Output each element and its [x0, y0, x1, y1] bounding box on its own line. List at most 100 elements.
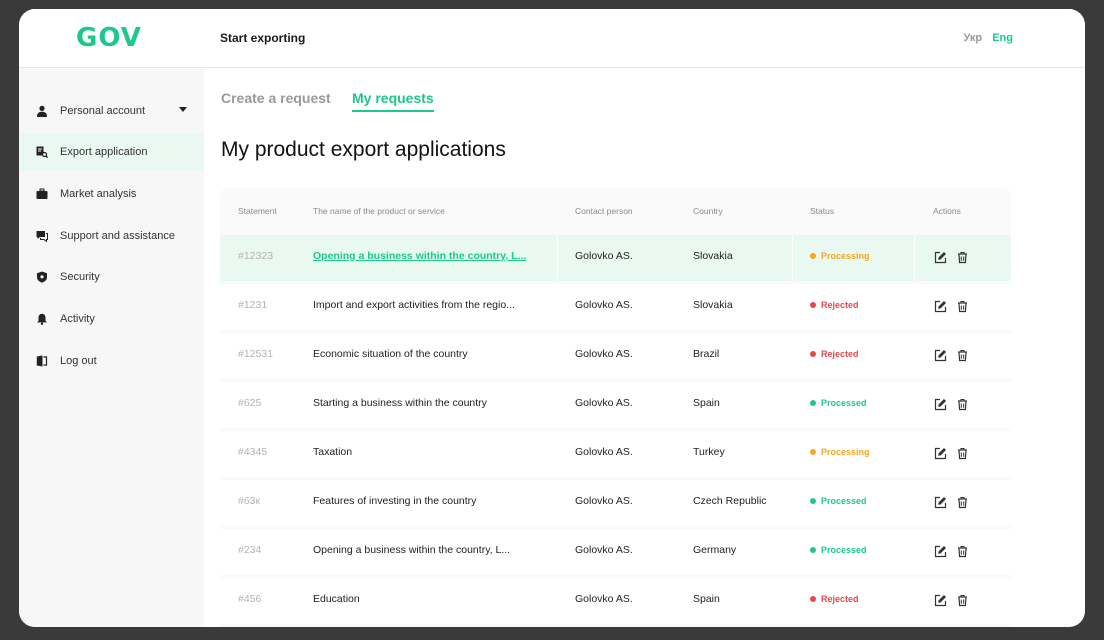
contact-person: Golovko AS. — [575, 299, 633, 311]
product-name-link[interactable]: Opening a business within the country, L… — [313, 250, 545, 262]
header-name: The name of the product or service — [313, 206, 445, 216]
product-name: Opening a business within the country, L… — [313, 544, 511, 556]
contact-person: Golovko AS. — [575, 250, 633, 262]
edit-icon[interactable] — [934, 545, 947, 558]
statement-id: #12323 — [238, 250, 274, 262]
lang-ukr-button[interactable]: Укр — [964, 32, 983, 44]
table-row[interactable]: #625 Starting a business within the count… — [220, 382, 1011, 428]
trash-icon[interactable] — [956, 447, 969, 460]
table-header: Statement The name of the product or ser… — [220, 188, 1011, 235]
sidebar-item-label: Log out — [60, 355, 97, 367]
sidebar-item-support[interactable]: Support and assistance — [19, 217, 204, 255]
status-badge: Rejected — [810, 349, 920, 359]
document-search-icon — [36, 146, 48, 158]
sidebar-item-label: Market analysis — [60, 188, 137, 200]
table-row[interactable]: #456 Education Golovko AS. Spain Rejected — [220, 578, 1011, 624]
chat-icon — [36, 230, 48, 242]
status-dot-icon — [810, 596, 816, 602]
trash-icon[interactable] — [956, 349, 969, 362]
sidebar-item-label: Personal account — [60, 105, 145, 117]
trash-icon[interactable] — [956, 398, 969, 411]
sidebar-item-label: Security — [60, 271, 100, 283]
edit-icon[interactable] — [934, 349, 947, 362]
column-divider — [557, 235, 558, 281]
contact-person: Golovko AS. — [575, 397, 633, 409]
contact-person: Golovko AS. — [575, 495, 633, 507]
user-icon — [36, 105, 48, 117]
sidebar-item-activity[interactable]: Activity — [19, 300, 204, 338]
lang-eng-button[interactable]: Eng — [992, 32, 1013, 44]
trash-icon[interactable] — [956, 251, 969, 264]
status-badge: Processed — [810, 545, 920, 555]
logout-icon — [36, 355, 48, 367]
status-label: Processed — [821, 398, 867, 408]
statement-id: #4345 — [238, 446, 268, 458]
contact-person: Golovko AS. — [575, 348, 633, 360]
status-label: Rejected — [821, 349, 859, 359]
bell-icon — [36, 313, 48, 325]
app-window: GOV Start exporting Укр Eng Personal acc… — [19, 9, 1085, 627]
status-label: Processing — [821, 251, 870, 261]
sidebar-item-label: Export application — [60, 146, 148, 158]
trash-icon[interactable] — [956, 496, 969, 509]
edit-icon[interactable] — [934, 594, 947, 607]
gov-logo[interactable]: GOV — [76, 23, 142, 53]
country: Turkey — [693, 446, 725, 458]
chevron-down-icon[interactable] — [179, 107, 187, 112]
status-badge: Rejected — [810, 594, 920, 604]
row-actions — [934, 349, 974, 362]
header-statement: Statement — [238, 206, 277, 216]
row-actions — [934, 594, 974, 607]
product-name: Features of investing in the country — [313, 495, 477, 507]
row-actions — [934, 496, 974, 509]
statement-id: #1231 — [238, 299, 268, 311]
edit-icon[interactable] — [934, 496, 947, 509]
sidebar-item-security[interactable]: Security — [19, 258, 204, 296]
status-badge: Rejected — [810, 300, 920, 310]
edit-icon[interactable] — [934, 447, 947, 460]
sidebar-item-label: Support and assistance — [60, 230, 175, 242]
status-dot-icon — [810, 498, 816, 504]
sidebar-item-market-analysis[interactable]: Market analysis — [19, 175, 204, 213]
sidebar-item-log-out[interactable]: Log out — [19, 342, 204, 380]
country: Slovakia — [693, 250, 733, 262]
table-row[interactable]: #12323 Opening a business within the coun… — [220, 235, 1011, 281]
edit-icon[interactable] — [934, 251, 947, 264]
edit-icon[interactable] — [934, 398, 947, 411]
shield-icon — [36, 271, 48, 283]
header-status: Status — [810, 206, 835, 216]
product-name: Taxation — [313, 446, 353, 458]
language-switcher: Укр Eng — [957, 32, 1014, 44]
contact-person: Golovko AS. — [575, 593, 633, 605]
table-row[interactable]: #4345 Taxation Golovko AS. Turkey Processing — [220, 431, 1011, 477]
statement-id: #234 — [238, 544, 262, 556]
edit-icon[interactable] — [934, 300, 947, 313]
row-actions — [934, 300, 974, 313]
status-label: Processed — [821, 545, 867, 555]
tab-my-requests[interactable]: My requests — [352, 90, 434, 112]
product-name: Economic situation of the country — [313, 348, 468, 360]
status-dot-icon — [810, 400, 816, 406]
status-badge: Processing — [810, 251, 920, 261]
trash-icon[interactable] — [956, 545, 969, 558]
status-badge: Processed — [810, 496, 920, 506]
status-dot-icon — [810, 547, 816, 553]
header-title: Start exporting — [220, 31, 306, 45]
status-label: Rejected — [821, 594, 859, 604]
status-badge: Processed — [810, 398, 920, 408]
trash-icon[interactable] — [956, 594, 969, 607]
page-title: My product export applications — [221, 138, 506, 161]
table-row[interactable]: #234 Opening a business within the countr… — [220, 529, 1011, 575]
table-row[interactable]: #12531 Economic situation of the country G… — [220, 333, 1011, 379]
sidebar-item-personal-account[interactable]: Personal account — [19, 92, 204, 130]
table-row[interactable]: #1231 Import and export activities from t… — [220, 284, 1011, 330]
row-actions — [934, 447, 974, 460]
tab-create-request[interactable]: Create a request — [221, 90, 331, 106]
sidebar-item-export-application[interactable]: Export application — [19, 133, 204, 171]
top-bar: GOV Start exporting Укр Eng — [19, 9, 1085, 68]
row-actions — [934, 251, 974, 264]
trash-icon[interactable] — [956, 300, 969, 313]
table-row[interactable]: #63к Features of investing in the country… — [220, 480, 1011, 526]
product-name: Starting a business within the country — [313, 397, 487, 409]
country: Spain — [693, 593, 720, 605]
